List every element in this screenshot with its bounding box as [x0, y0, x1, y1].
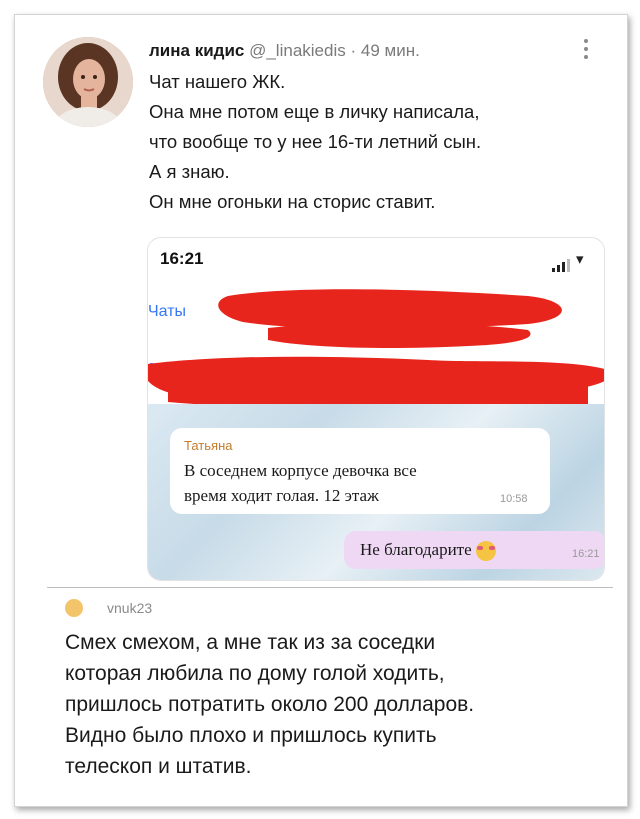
incoming-message-text: В соседнем корпусе девочка все время ход… — [184, 458, 524, 508]
status-time: 16:21 — [160, 249, 204, 268]
message-line: время ходит голая. 12 этаж — [184, 486, 379, 505]
sender-name: Татьяна — [184, 438, 233, 453]
signal-icon — [552, 254, 572, 272]
tweet-line: что вообще то у нее 16-ти летний сын. — [149, 131, 482, 152]
divider — [47, 587, 613, 588]
message-line: В соседнем корпусе девочка все — [184, 461, 417, 480]
commenter-username[interactable]: vnuk23 — [107, 600, 152, 616]
status-bar: 16:21 ▾ — [148, 238, 604, 278]
tweet-line: Чат нашего ЖК. — [149, 71, 286, 92]
tweet-line: Она мне потом еще в личку написала, — [149, 101, 480, 122]
comment-line: Видно было плохо и пришлось купить — [65, 724, 437, 747]
wifi-icon: ▾ — [576, 251, 584, 268]
comment-line: телескоп и штатив. — [65, 755, 252, 778]
avatar[interactable] — [43, 37, 133, 127]
outgoing-message-text: Не благодарите — [360, 540, 496, 562]
author-name[interactable]: лина кидис — [149, 41, 244, 60]
more-options-icon[interactable] — [582, 39, 590, 63]
outgoing-message-label: Не благодарите — [360, 540, 472, 559]
profile-photo — [43, 37, 133, 127]
tweet-line: Он мне огоньки на сторис ставит. — [149, 191, 436, 212]
outgoing-message-time: 16:21 — [572, 548, 600, 560]
separator: · — [350, 41, 357, 60]
comment-line: Смех смехом, а мне так из за соседки — [65, 631, 436, 654]
smiling-face-with-hearts-icon — [475, 541, 496, 562]
tweet-text: Чат нашего ЖК. Она мне потом еще в личку… — [149, 67, 609, 217]
commenter-avatar-icon[interactable] — [65, 599, 83, 617]
comment-line: пришлось потратить около 200 долларов. — [65, 693, 475, 716]
tweet-line: А я знаю. — [149, 161, 230, 182]
tweet-header: лина кидис @_linakiedis · 49 мин. — [149, 41, 420, 61]
embedded-screenshot[interactable]: 16:21 ▾ Чаты акрепл Татьяна В соседнем к… — [147, 237, 605, 581]
comment-line: которая любила по дому голой ходить, — [65, 662, 445, 685]
post-card: лина кидис @_linakiedis · 49 мин. Чат на… — [14, 14, 628, 807]
timestamp[interactable]: 49 мин. — [361, 41, 420, 60]
author-handle[interactable]: @_linakiedis — [249, 41, 346, 60]
comment-text: Смех смехом, а мне так из за соседки кот… — [65, 627, 625, 782]
incoming-message-time: 10:58 — [500, 493, 528, 505]
